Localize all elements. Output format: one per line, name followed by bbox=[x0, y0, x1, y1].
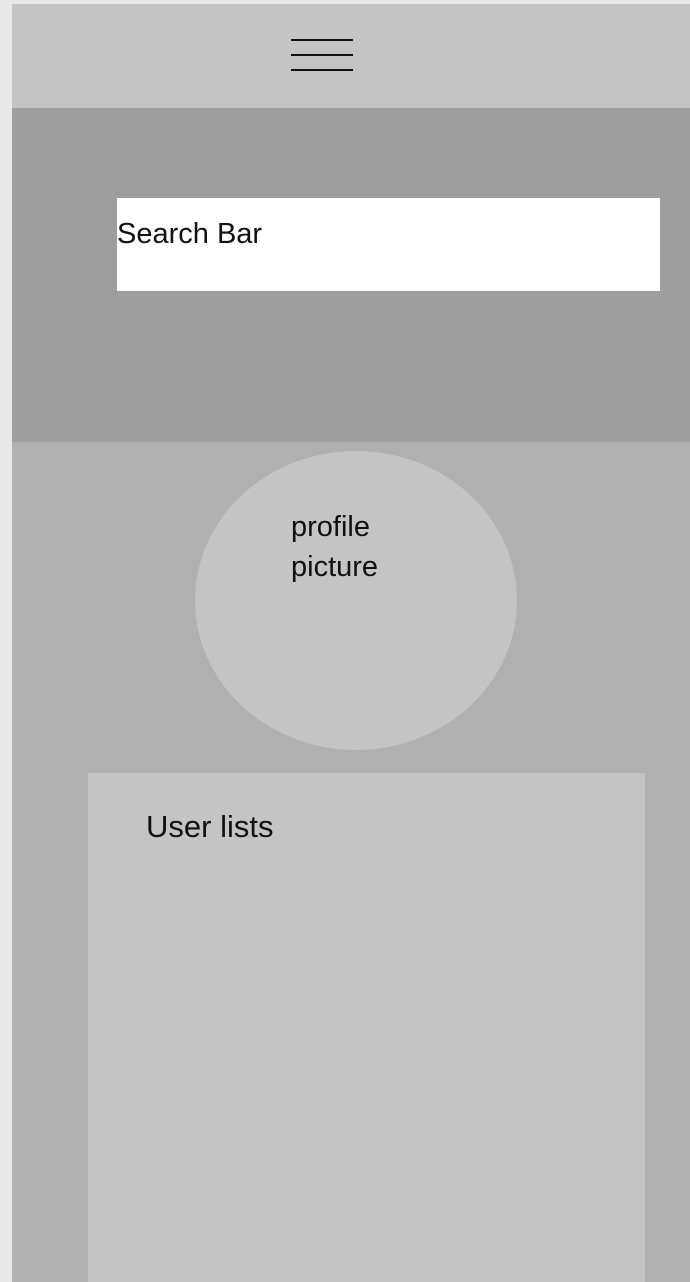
menu-line-bottom bbox=[291, 69, 353, 71]
profile-picture-label-line-1: profile bbox=[291, 511, 370, 543]
search-input[interactable] bbox=[117, 198, 660, 291]
profile-picture-label: profile picture bbox=[291, 507, 431, 587]
app-screen: Search Bar profile picture User lists bbox=[12, 4, 690, 1282]
profile-picture[interactable]: profile picture bbox=[195, 451, 517, 750]
header-panel: Search Bar bbox=[12, 108, 690, 442]
user-lists-title: User lists bbox=[146, 809, 274, 844]
top-bar bbox=[12, 4, 690, 108]
user-lists-panel: User lists bbox=[88, 773, 645, 1282]
hamburger-menu-button[interactable] bbox=[288, 34, 356, 74]
menu-line-top bbox=[291, 39, 353, 41]
menu-line-middle bbox=[291, 54, 353, 56]
profile-picture-label-line-2: picture bbox=[291, 551, 379, 583]
